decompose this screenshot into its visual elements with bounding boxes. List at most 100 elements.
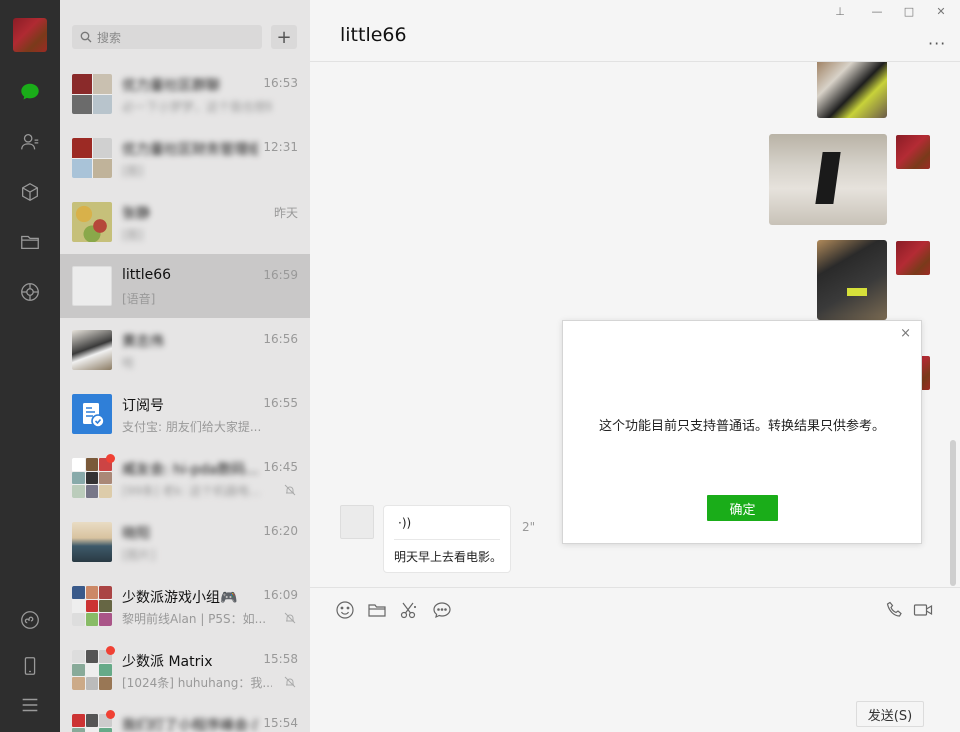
voice-duration: 2" — [522, 520, 536, 534]
folder-icon[interactable] — [18, 230, 42, 254]
pin-icon[interactable]: ⊥ — [833, 5, 847, 19]
scrollbar[interactable] — [950, 440, 956, 586]
chat-name: 优力量社区财务管理组 — [122, 142, 258, 158]
chat-list-item[interactable]: 少数派 Matrix 15:58 [1024条] huhuhang：我... — [60, 638, 310, 702]
chat-time: 16:20 — [263, 524, 298, 538]
input-toolbar — [310, 587, 960, 631]
chat-time: 16:45 — [263, 460, 298, 474]
chat-name: 张静 — [122, 206, 150, 222]
chat-list-item[interactable]: 我们打了小程序峰会·广... 15:54 — [60, 702, 310, 732]
video-call-icon[interactable] — [913, 600, 933, 620]
chat-list-item[interactable]: 优力量社区财务管理组 12:31 [图] — [60, 126, 310, 190]
voice-transcript: 明天早上去看电影。 — [394, 550, 503, 564]
group-avatar — [72, 458, 112, 498]
search-icon — [80, 31, 92, 43]
search-placeholder: 搜索 — [97, 30, 122, 45]
chat-name: 我们打了小程序峰会·广... — [122, 718, 258, 732]
chat-time: 16:53 — [263, 76, 298, 90]
chat-preview: [1024条] huhuhang：我... — [122, 676, 272, 690]
chat-time: 昨天 — [273, 206, 298, 220]
photo-message[interactable] — [817, 62, 887, 118]
moments-icon[interactable] — [18, 280, 42, 304]
avatar — [72, 202, 112, 242]
minimize-button[interactable]: — — [870, 5, 884, 19]
dialog-close-icon[interactable]: × — [900, 326, 911, 341]
chat-time: 12:31 — [263, 140, 298, 154]
chat-preview: 必一下小梦梦，这个我也想知道的脸 — [122, 100, 272, 114]
unread-badge — [106, 646, 115, 655]
group-avatar — [72, 586, 112, 626]
chat-name: 少数派 Matrix — [122, 654, 213, 670]
chat-list-item[interactable]: 威友会: hi-pda数码... 16:45 [99条] 老k: 这个机器电..… — [60, 446, 310, 510]
chat-name: 晓阳 — [122, 526, 150, 542]
unread-badge — [106, 710, 115, 719]
subscription-icon — [72, 394, 112, 434]
chat-name: 优力量社区群聊 — [122, 78, 220, 94]
contacts-icon[interactable] — [18, 130, 42, 154]
voice-wave-icon: ·)) — [398, 516, 412, 530]
add-chat-button[interactable]: + — [271, 25, 297, 49]
chat-time: 15:58 — [263, 652, 298, 666]
chat-icon[interactable] — [18, 80, 42, 104]
menu-icon[interactable] — [18, 693, 42, 717]
self-avatar[interactable] — [896, 135, 930, 169]
chat-header: little66 ⊥ — □ ✕ ··· — [310, 0, 960, 62]
chat-list-item[interactable]: 晓阳 16:20 [图片] — [60, 510, 310, 574]
chat-list-panel: 搜索 + 优力量社区群聊 16:53 必一下小梦梦，这个我也想知道的脸 优力量社… — [60, 0, 310, 732]
confirm-button[interactable]: 确定 — [707, 495, 778, 521]
chat-name: 黄志伟 — [122, 334, 164, 350]
self-avatar[interactable] — [896, 241, 930, 275]
mute-bell-icon — [284, 676, 296, 688]
chat-preview: 黎明前线Alan | P5S：如... — [122, 612, 267, 626]
close-button[interactable]: ✕ — [934, 5, 948, 19]
nav-bar — [0, 0, 60, 732]
chat-name: little66 — [122, 267, 172, 283]
chat-list-item[interactable]: 订阅号 16:55 支付宝: 朋友们给大家提... — [60, 382, 310, 446]
mute-bell-icon — [284, 612, 296, 624]
file-folder-icon[interactable] — [367, 600, 387, 620]
chat-preview: [语音] — [122, 292, 156, 306]
photo-message[interactable] — [769, 134, 887, 225]
user-avatar[interactable] — [13, 18, 47, 52]
chat-preview: [图] — [122, 228, 144, 242]
chat-time: 15:54 — [263, 716, 298, 730]
emoji-icon[interactable] — [335, 600, 355, 620]
voice-to-text-dialog: × 这个功能目前只支持普通话。转换结果只供参考。 确定 — [562, 320, 922, 544]
chat-list-item-active[interactable]: little66 16:59 [语音] — [60, 254, 310, 318]
chat-history-icon[interactable] — [432, 600, 452, 620]
chat-time: 16:59 — [263, 268, 298, 282]
chat-preview: [图] — [122, 164, 144, 178]
mini-program-cube-icon[interactable] — [18, 180, 42, 204]
chat-list-item[interactable]: 优力量社区群聊 16:53 必一下小梦梦，这个我也想知道的脸 — [60, 62, 310, 126]
group-avatar — [72, 138, 112, 178]
avatar — [72, 522, 112, 562]
chat-time: 16:55 — [263, 396, 298, 410]
chat-list-item[interactable]: 黄志伟 16:56 哈 — [60, 318, 310, 382]
dialog-message: 这个功能目前只支持普通话。转换结果只供参考。 — [598, 419, 885, 434]
chat-name: 订阅号 — [122, 398, 164, 414]
group-avatar — [72, 650, 112, 690]
send-button[interactable]: 发送(S) — [856, 701, 924, 727]
chat-preview: [图片] — [122, 548, 156, 562]
chat-list-item[interactable]: 张静 昨天 [图] — [60, 190, 310, 254]
chat-time: 16:09 — [263, 588, 298, 602]
maximize-button[interactable]: □ — [902, 5, 916, 19]
voice-call-icon[interactable] — [885, 600, 905, 620]
photo-message[interactable] — [817, 240, 887, 320]
voice-message[interactable]: ·)) 明天早上去看电影。 — [383, 505, 511, 573]
chat-name: 威友会: hi-pda数码... — [122, 462, 258, 478]
contact-avatar[interactable] — [340, 505, 374, 539]
chat-preview: 哈 — [122, 356, 135, 370]
mute-bell-icon — [284, 484, 296, 496]
chat-time: 16:56 — [263, 332, 298, 346]
group-avatar — [72, 74, 112, 114]
chat-list-item[interactable]: 少数派游戏小组🎮 16:09 黎明前线Alan | P5S：如... — [60, 574, 310, 638]
screenshot-scissors-icon[interactable] — [399, 600, 419, 620]
chat-preview: 支付宝: 朋友们给大家提... — [122, 420, 262, 434]
more-options-button[interactable]: ··· — [928, 34, 946, 53]
phone-icon[interactable] — [18, 654, 42, 678]
search-input[interactable]: 搜索 — [72, 25, 262, 49]
chat-name: 少数派游戏小组🎮 — [122, 590, 238, 606]
mini-program-icon[interactable] — [18, 608, 42, 632]
divider — [394, 539, 500, 540]
